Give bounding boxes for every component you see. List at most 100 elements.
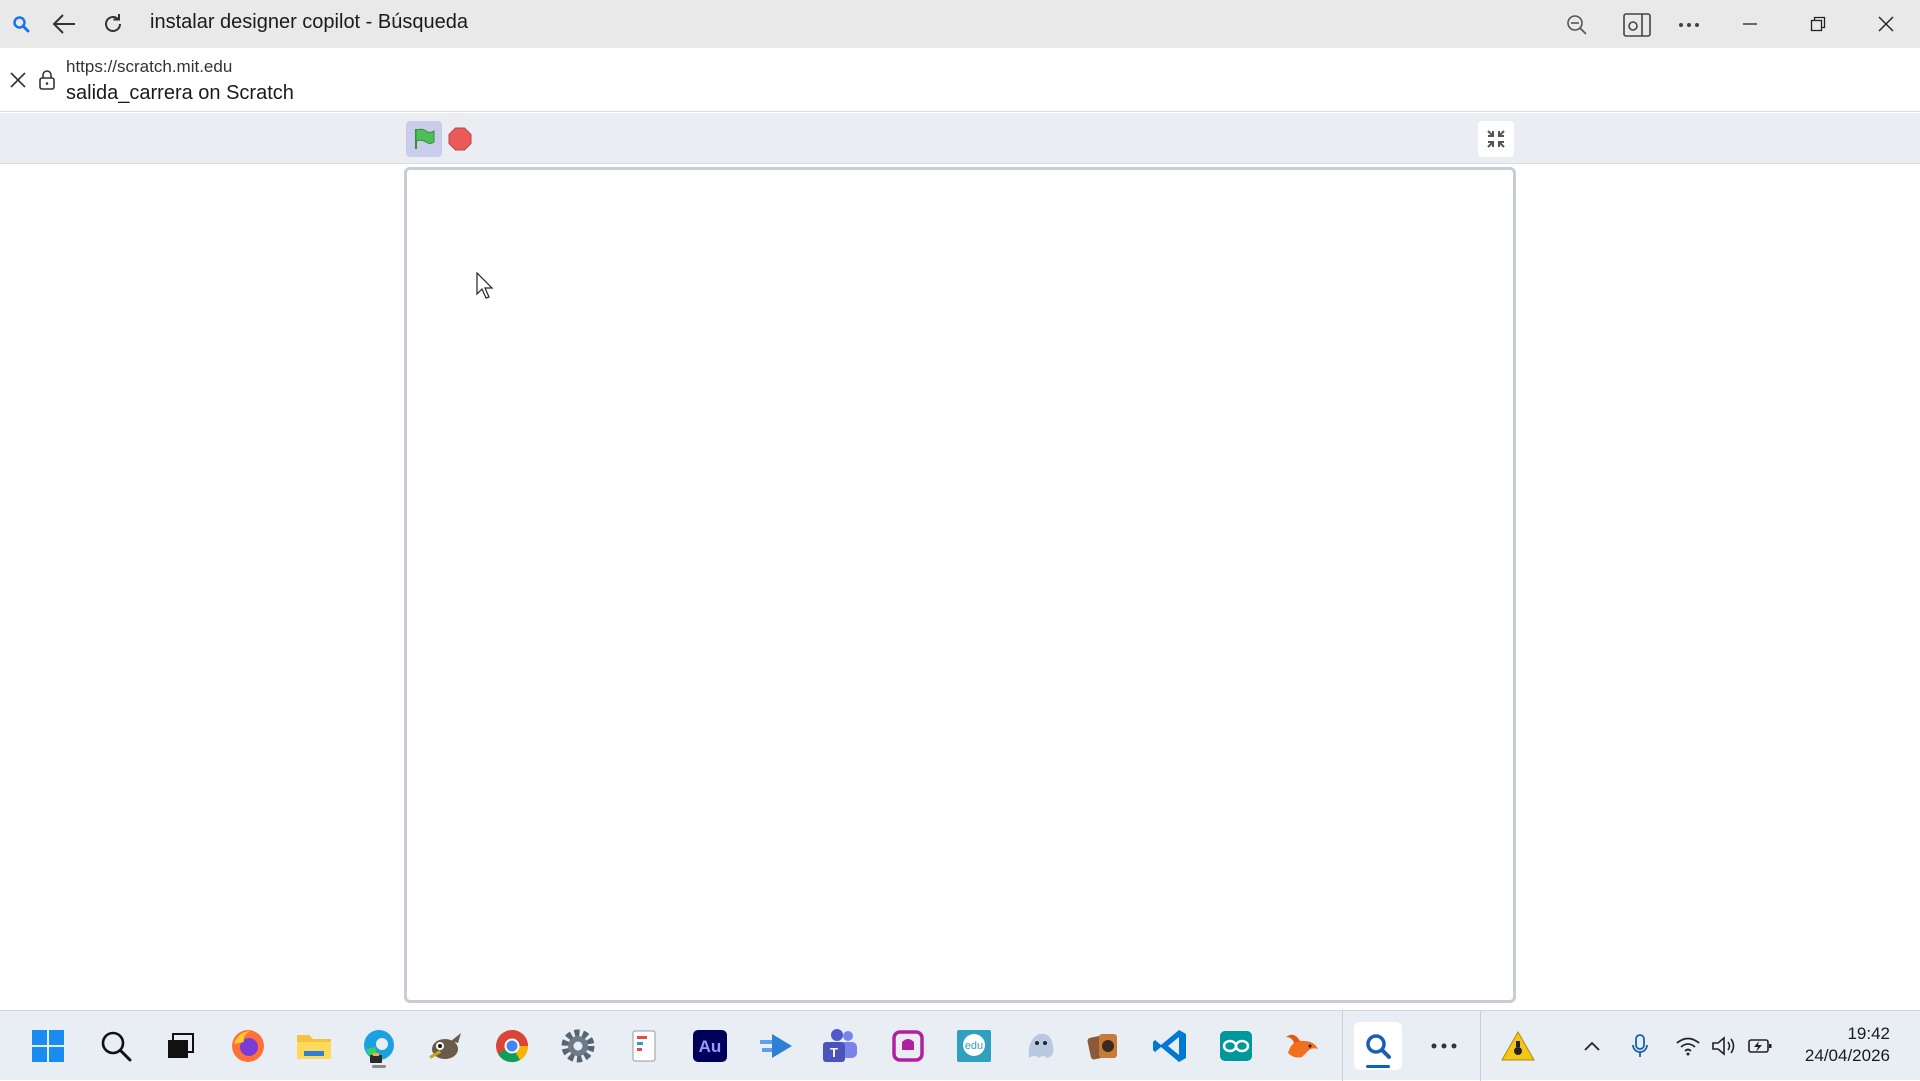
wifi-button[interactable] [1674, 1022, 1702, 1070]
restore-icon [1810, 16, 1826, 32]
page-url[interactable]: https://scratch.mit.edu [66, 57, 232, 77]
speaker-icon [1712, 1036, 1735, 1056]
zoom-out-button[interactable] [1562, 12, 1592, 38]
audition-icon: Au [693, 1030, 727, 1062]
chrome-icon [496, 1030, 529, 1063]
squirrel-icon [1286, 1034, 1318, 1058]
taskbar-app-peregrine[interactable] [1016, 1022, 1064, 1070]
more-icon [1679, 23, 1699, 27]
exit-fullscreen-icon [1487, 130, 1505, 148]
chevron-up-icon [1584, 1041, 1600, 1051]
tray-overflow-button[interactable] [1578, 1022, 1606, 1070]
scratch-stage[interactable] [404, 167, 1516, 1003]
more-icon [1431, 1043, 1457, 1049]
taskbar-app-power-automate[interactable] [752, 1022, 800, 1070]
close-page-button[interactable] [6, 68, 30, 92]
exit-fullscreen-button[interactable] [1478, 121, 1514, 157]
more-button[interactable] [1672, 12, 1706, 38]
ghost-icon [1028, 1033, 1054, 1058]
page-title: salida_carrera on Scratch [66, 82, 294, 104]
close-icon [1878, 16, 1894, 32]
taskbar-app-warning[interactable] [1494, 1022, 1542, 1070]
warning-icon [1501, 1030, 1535, 1061]
svg-text:T: T [830, 1045, 838, 1060]
reader-view-button[interactable] [1620, 10, 1654, 40]
taskbar-more-button[interactable] [1420, 1022, 1468, 1070]
running-indicator [1366, 1065, 1390, 1068]
stage-controls-bar [0, 113, 1920, 164]
reader-view-icon [1623, 13, 1651, 37]
window-controls [1716, 0, 1920, 48]
search-icon [101, 1031, 132, 1062]
microphone-button[interactable] [1626, 1022, 1654, 1070]
edu-icon: edu [957, 1030, 991, 1062]
refresh-button[interactable] [98, 10, 128, 38]
taskbar-separator [1480, 1011, 1481, 1081]
lock-icon[interactable] [36, 68, 58, 92]
restore-button[interactable] [1784, 0, 1852, 48]
taskbar-app-audition[interactable]: Au [686, 1022, 734, 1070]
svg-text:Au: Au [699, 1037, 722, 1056]
power-automate-icon [760, 1034, 792, 1058]
edge-icon [364, 1030, 394, 1063]
gear-icon [561, 1029, 595, 1063]
folder-icon [297, 1035, 331, 1059]
taskbar-app-vscode[interactable] [1146, 1022, 1194, 1070]
back-button[interactable] [48, 10, 80, 38]
taskbar-app-notepad[interactable] [620, 1022, 668, 1070]
microphone-icon [1632, 1034, 1648, 1057]
clock-date: 24/04/2026 [1804, 1046, 1890, 1065]
start-button[interactable] [24, 1022, 72, 1070]
taskbar-app-music[interactable] [1080, 1022, 1128, 1070]
address-bar: https://scratch.mit.edu salida_carrera o… [0, 48, 1920, 112]
minimize-icon [1743, 23, 1757, 25]
taskbar-app-teams[interactable]: T [816, 1022, 864, 1070]
close-icon [10, 72, 26, 88]
task-view-icon [168, 1033, 194, 1058]
gimp-icon [429, 1033, 461, 1059]
green-flag-icon [415, 128, 435, 149]
taskbar-app-settings[interactable] [554, 1022, 602, 1070]
svg-text:edu: edu [965, 1040, 983, 1052]
green-flag-button[interactable] [406, 121, 442, 157]
task-view-button[interactable] [156, 1022, 204, 1070]
search-icon[interactable] [10, 13, 32, 35]
notepad-icon [632, 1030, 656, 1062]
taskbar-app-search-active[interactable] [1354, 1022, 1402, 1070]
taskbar-separator [1342, 1011, 1343, 1081]
taskbar-app-edge[interactable] [355, 1022, 403, 1070]
close-button[interactable] [1852, 0, 1920, 48]
browser-title-bar: instalar designer copilot - Búsqueda [0, 0, 1920, 48]
search-icon [1366, 1034, 1391, 1059]
taskbar-search-button[interactable] [92, 1022, 140, 1070]
stop-button[interactable] [446, 125, 474, 153]
taskbar-app-edu[interactable]: edu [950, 1022, 998, 1070]
firefox-icon [232, 1030, 264, 1062]
teams-icon: T [823, 1029, 857, 1062]
vscode-icon [1153, 1030, 1186, 1062]
app-box-icon [892, 1030, 924, 1062]
taskbar-app-file-explorer[interactable] [290, 1022, 338, 1070]
arduino-icon [1220, 1031, 1252, 1061]
stop-icon [448, 127, 472, 151]
refresh-icon [105, 14, 121, 32]
wifi-icon [1676, 1037, 1700, 1056]
battery-button[interactable] [1746, 1022, 1774, 1070]
music-icon [1087, 1034, 1117, 1060]
taskbar-app-scratch[interactable] [1278, 1022, 1326, 1070]
system-clock[interactable]: 19:42 24/04/2026 [1805, 1023, 1890, 1067]
volume-button[interactable] [1710, 1022, 1738, 1070]
taskbar-app-arduino[interactable] [1212, 1022, 1260, 1070]
mouse-cursor-icon [476, 271, 496, 305]
clock-time: 19:42 [1847, 1024, 1890, 1043]
running-indicator [372, 1065, 386, 1068]
windows-logo-icon [32, 1030, 64, 1062]
minimize-button[interactable] [1716, 0, 1784, 48]
taskbar: Au T edu 19:42 24/04/2026 [0, 1010, 1920, 1081]
taskbar-app-store[interactable] [884, 1022, 932, 1070]
taskbar-app-chrome[interactable] [488, 1022, 536, 1070]
back-arrow-icon [52, 14, 75, 34]
taskbar-app-gimp[interactable] [420, 1022, 468, 1070]
taskbar-app-firefox[interactable] [224, 1022, 272, 1070]
battery-charging-icon [1748, 1039, 1772, 1053]
